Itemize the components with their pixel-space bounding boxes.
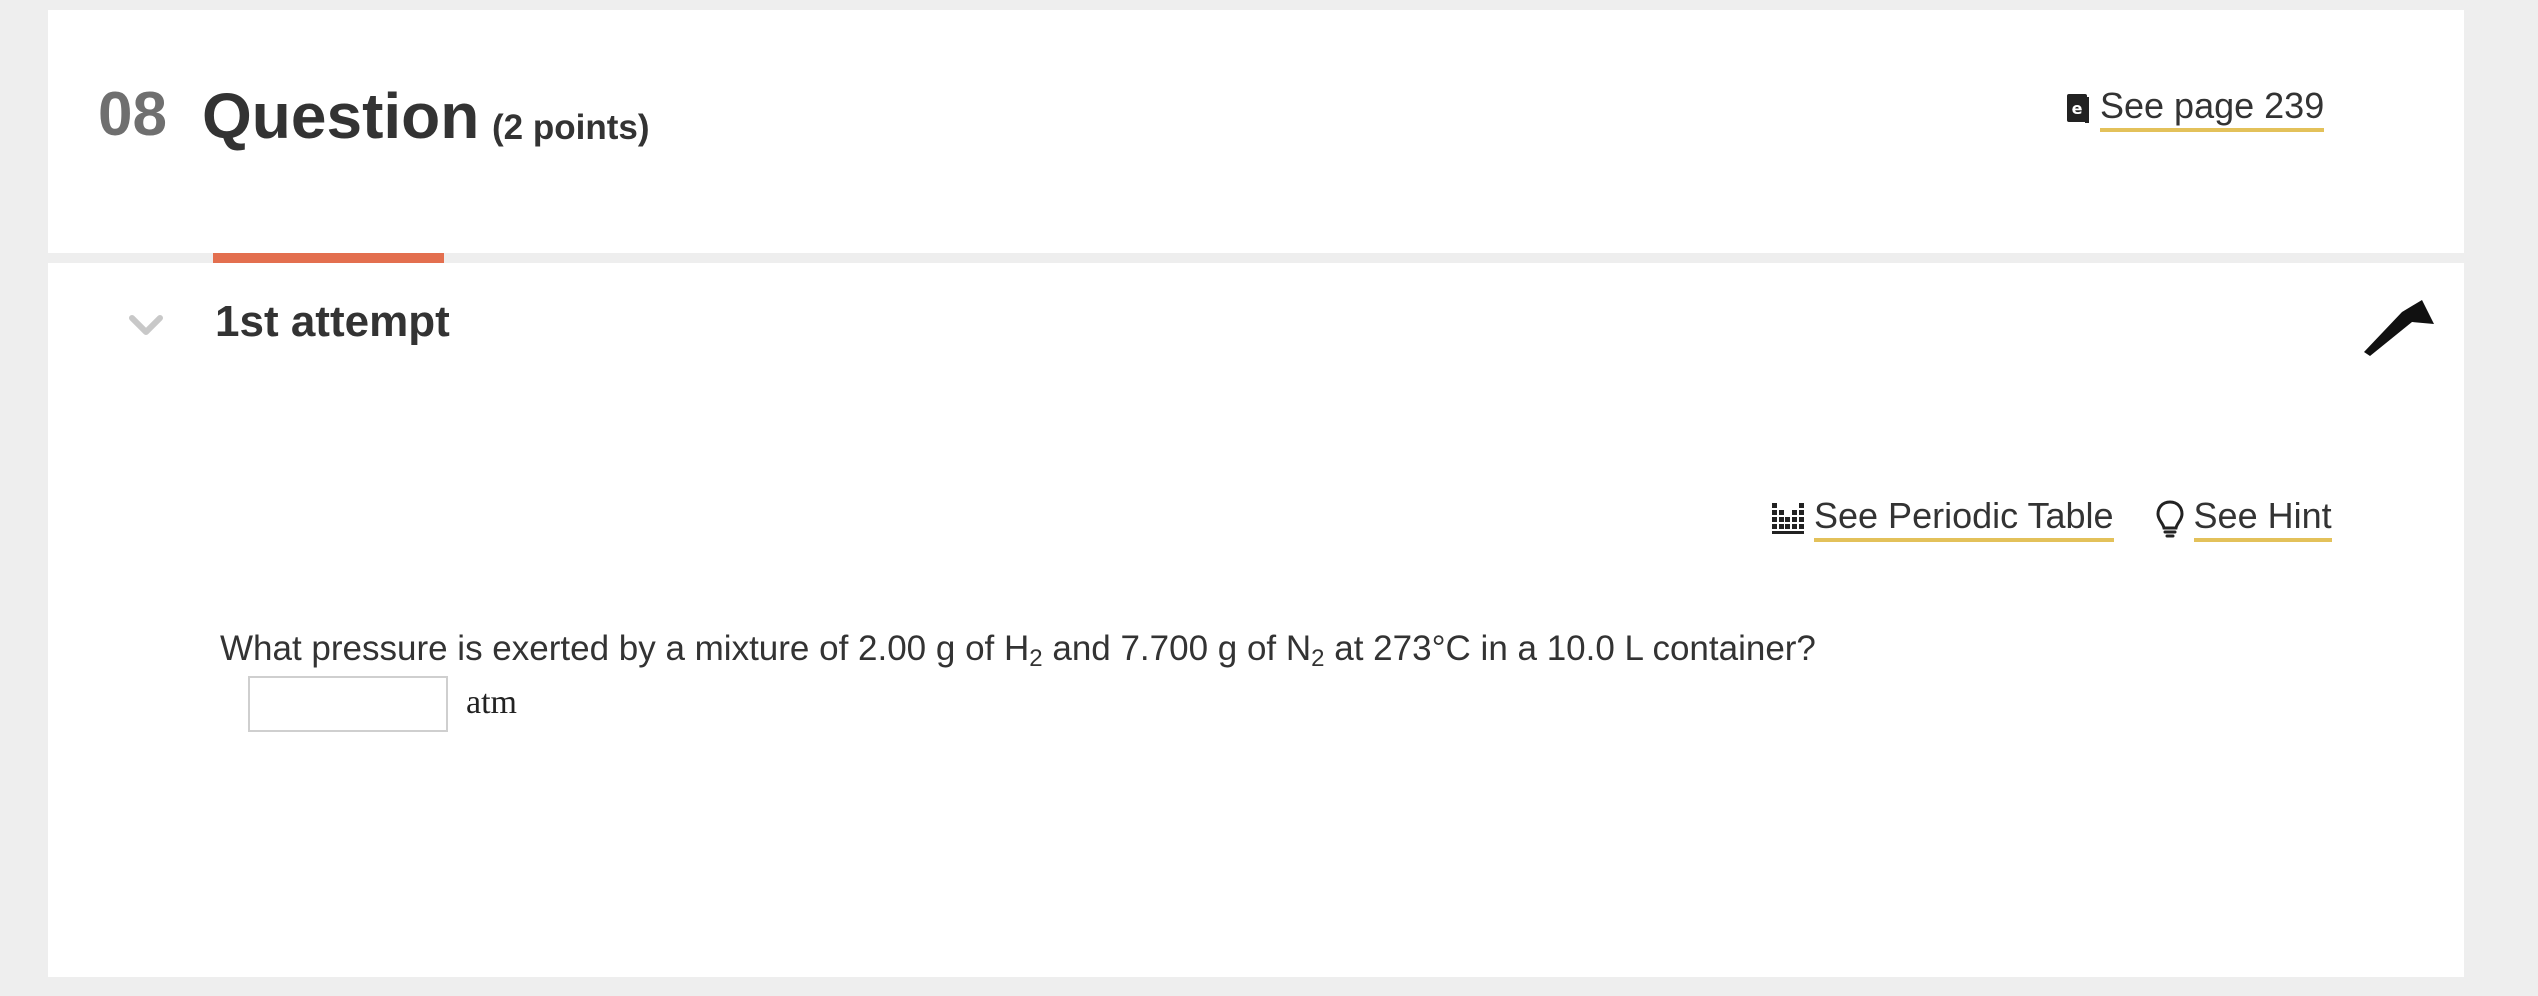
see-periodic-table-link[interactable]: See Periodic Table	[1814, 496, 2114, 542]
hint-link-group[interactable]: See Hint	[2154, 496, 2332, 542]
ebook-icon: e	[2067, 93, 2089, 123]
tools-bar: See Periodic Table See Hint	[1770, 496, 2332, 542]
question-title: Question	[202, 80, 480, 152]
see-page-link-group[interactable]: e See page 239	[2066, 86, 2325, 132]
question-number: 08	[98, 80, 167, 149]
see-hint-link[interactable]: See Hint	[2193, 496, 2332, 542]
periodic-table-icon	[1772, 502, 1804, 534]
see-page-link[interactable]: See page 239	[2100, 86, 2325, 132]
question-body-card	[48, 263, 2464, 977]
attempt-title: 1st attempt	[215, 297, 450, 346]
active-attempt-tab-indicator	[213, 253, 444, 263]
flag-icon[interactable]	[2362, 298, 2436, 356]
pressure-answer-input[interactable]	[248, 676, 448, 732]
question-points: (2 points)	[492, 108, 650, 147]
svg-text:e: e	[2072, 99, 2083, 118]
unit-label: atm	[466, 684, 517, 721]
lightbulb-icon	[2156, 500, 2184, 538]
question-prompt: What pressure is exerted by a mixture of…	[220, 629, 1816, 672]
periodic-table-link-group[interactable]: See Periodic Table	[1770, 496, 2114, 542]
chevron-down-icon[interactable]	[126, 310, 166, 340]
